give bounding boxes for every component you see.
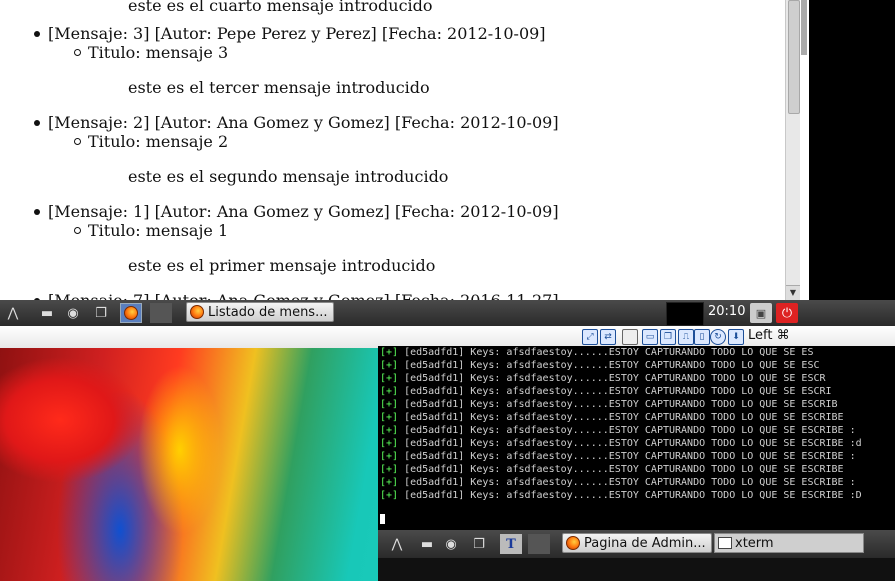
- screen-icon[interactable]: ▣: [750, 303, 772, 323]
- minimize-all-icon[interactable]: ▬: [36, 303, 58, 323]
- empty-launcher[interactable]: [528, 534, 550, 554]
- terminal-line: [+] [ed5adfd1] Keys: afsdfaestoy......ES…: [380, 373, 826, 384]
- message-body: este es el tercer mensaje introducido: [128, 78, 430, 97]
- terminal-line: [+] [ed5adfd1] Keys: afsdfaestoy......ES…: [380, 451, 856, 462]
- message-body: este es el primer mensaje introducido: [128, 256, 436, 275]
- system-tray-panel: ⤢ ⇄ ▭ ❐ ⎍ ▯ ↻ ⬇ Left ⌘: [0, 326, 895, 348]
- terminal-line: [+] [ed5adfd1] Keys: afsdfaestoy......ES…: [380, 360, 820, 371]
- terminal-line: [+] [ed5adfd1] Keys: afsdfaestoy......ES…: [380, 464, 844, 475]
- terminal-line: [+] [ed5adfd1] Keys: afsdfaestoy......ES…: [380, 386, 832, 397]
- message-title: Titulo: mensaje 2: [73, 132, 229, 151]
- scroll-down-arrow-icon[interactable]: ▼: [786, 285, 800, 300]
- top-taskbar: ⋀ ▬ ◉ ❐ Listado de mens... 20:10 ▣ ⏻: [0, 300, 800, 326]
- message-header: [Mensaje: 2] [Autor: Ana Gomez y Gomez] …: [34, 113, 559, 132]
- message-body: este es el cuarto mensaje introducido: [128, 0, 433, 15]
- terminal-line: [+] [ed5adfd1] Keys: afsdfaestoy......ES…: [380, 438, 862, 449]
- message-title: Titulo: mensaje 1: [73, 221, 229, 240]
- tray-folders-icon[interactable]: ❐: [660, 329, 676, 345]
- keyboard-layout-indicator[interactable]: Left ⌘: [748, 328, 790, 343]
- scrollbar-thumb[interactable]: [788, 0, 800, 114]
- power-icon[interactable]: ⏻: [776, 303, 798, 323]
- bottom-taskbar: ⋀ ▬ ◉ ❐ T Pagina de Admin... xterm: [378, 530, 895, 558]
- terminal-line: [+] [ed5adfd1] Keys: afsdfaestoy......ES…: [380, 399, 838, 410]
- cpu-monitor-graph: [666, 302, 704, 326]
- terminal-cursor: [380, 514, 385, 524]
- network-globe-icon[interactable]: ◉: [440, 534, 462, 554]
- menu-logo-icon[interactable]: ⋀: [386, 534, 408, 554]
- terminal-line: [+] [ed5adfd1] Keys: afsdfaestoy......ES…: [380, 347, 814, 358]
- terminal-line: [+] [ed5adfd1] Keys: afsdfaestoy......ES…: [380, 412, 844, 423]
- taskbar-browser-window[interactable]: Listado de mens...: [186, 302, 334, 322]
- vertical-scrollbar[interactable]: ▼: [785, 0, 800, 300]
- task-label: Listado de mens...: [208, 304, 328, 320]
- message-header: [Mensaje: 7] [Autor: Ana Gomez y Gomez] …: [34, 291, 559, 300]
- task-label: xterm: [735, 535, 774, 551]
- terminal-line: [+] [ed5adfd1] Keys: afsdfaestoy......ES…: [380, 425, 856, 436]
- message-body: este es el segundo mensaje introducido: [128, 167, 449, 186]
- tray-disk-icon[interactable]: ▯: [694, 329, 710, 345]
- firefox-launcher-icon[interactable]: [120, 303, 142, 323]
- black-window: [800, 0, 895, 300]
- terminal-line: [+] [ed5adfd1] Keys: afsdfaestoy......ES…: [380, 477, 856, 488]
- tray-display-icon[interactable]: ▭: [642, 329, 658, 345]
- clock[interactable]: 20:10: [708, 304, 745, 319]
- bottom-strip: [378, 558, 895, 581]
- taskbar-admin-window[interactable]: Pagina de Admin...: [562, 533, 712, 553]
- firefox-icon: [566, 536, 580, 550]
- window-scrollbar[interactable]: [800, 0, 809, 300]
- browser-content[interactable]: este es el cuarto mensaje introducido [M…: [0, 0, 800, 300]
- tray-window-icon[interactable]: [622, 329, 638, 345]
- firefox-icon: [190, 305, 204, 319]
- menu-logo-icon[interactable]: ⋀: [2, 303, 24, 323]
- xterm-icon: [718, 537, 732, 549]
- message-header: [Mensaje: 1] [Autor: Ana Gomez y Gomez] …: [34, 202, 559, 221]
- tray-download-icon[interactable]: ⬇: [728, 329, 744, 345]
- taskbar-xterm-window[interactable]: xterm: [714, 533, 864, 553]
- tray-app-icon[interactable]: ⤢: [582, 329, 598, 345]
- tray-network-icon[interactable]: ⇄: [600, 329, 616, 345]
- top-taskbar-right: [800, 300, 895, 326]
- empty-launcher[interactable]: [150, 303, 172, 323]
- tray-arrows-icon[interactable]: ↻: [710, 329, 726, 345]
- message-header: [Mensaje: 3] [Autor: Pepe Perez y Perez]…: [34, 24, 546, 43]
- terminal-launcher-icon[interactable]: T: [500, 534, 522, 554]
- minimize-all-icon[interactable]: ▬: [416, 534, 438, 554]
- windows-icon[interactable]: ❐: [90, 303, 112, 323]
- message-title: Titulo: mensaje 3: [73, 43, 229, 62]
- terminal-line: [+] [ed5adfd1] Keys: afsdfaestoy......ES…: [380, 490, 862, 501]
- terminal-output[interactable]: [+] [ed5adfd1] Keys: afsdfaestoy......ES…: [378, 346, 895, 530]
- scrollbar-thumb[interactable]: [801, 0, 807, 55]
- task-label: Pagina de Admin...: [584, 535, 706, 551]
- windows-icon[interactable]: ❐: [468, 534, 490, 554]
- network-globe-icon[interactable]: ◉: [62, 303, 84, 323]
- tray-usb-icon[interactable]: ⎍: [678, 329, 694, 345]
